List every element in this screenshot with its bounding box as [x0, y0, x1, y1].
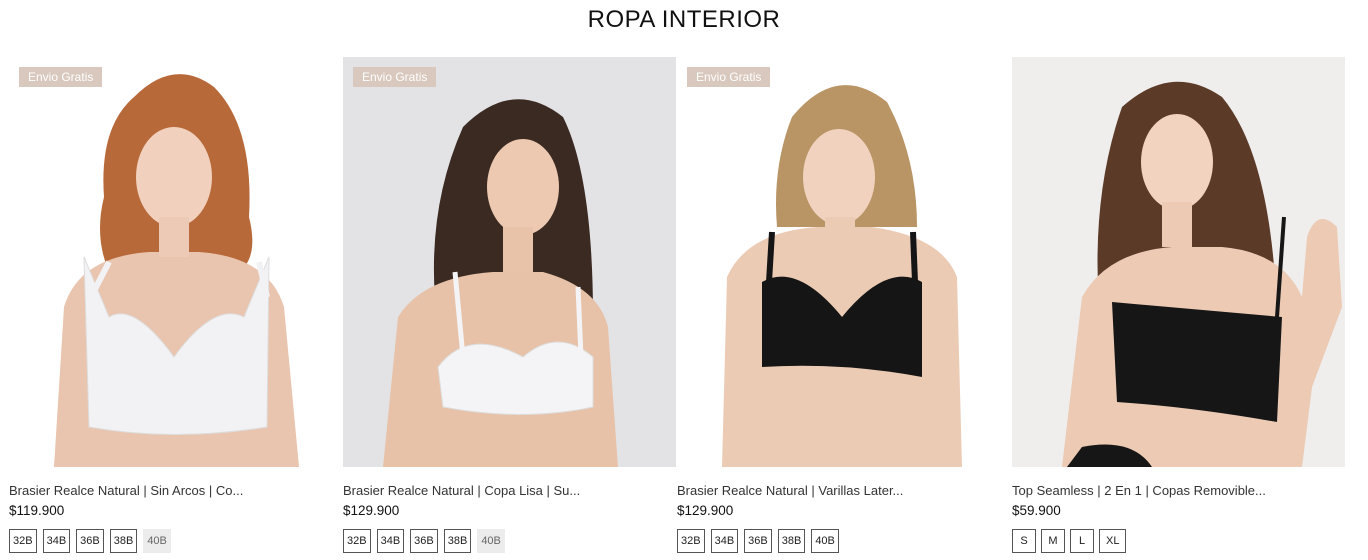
product-card[interactable]: Envio Gratis Brasier Realce Natural | Si…	[9, 57, 342, 560]
size-option[interactable]: 40B	[811, 529, 839, 553]
size-option[interactable]: M	[1041, 529, 1065, 553]
product-image[interactable]: Envio Gratis	[677, 57, 1010, 467]
product-name[interactable]: Brasier Realce Natural | Copa Lisa | Su.…	[343, 483, 676, 498]
size-option[interactable]: 34B	[710, 529, 739, 553]
size-options: 32B 34B 36B 38B 40B	[9, 529, 171, 553]
size-options: 32B 34B 36B 38B 40B	[677, 529, 839, 553]
size-option[interactable]: L	[1070, 529, 1094, 553]
size-option[interactable]: 32B	[9, 529, 37, 553]
product-image[interactable]	[1012, 57, 1345, 467]
product-name[interactable]: Brasier Realce Natural | Sin Arcos | Co.…	[9, 483, 342, 498]
model-photo	[677, 57, 1010, 467]
model-photo	[1012, 57, 1345, 467]
size-option[interactable]: 38B	[777, 529, 806, 553]
product-price: $119.900	[9, 503, 65, 518]
size-option-unavailable[interactable]: 40B	[143, 529, 171, 553]
product-price: $129.900	[343, 503, 400, 518]
product-card[interactable]: Envio Gratis Brasier Realce Natural | Va…	[677, 57, 1010, 560]
product-grid: Envio Gratis Brasier Realce Natural | Si…	[0, 57, 1368, 560]
size-option[interactable]: 32B	[677, 529, 705, 553]
size-option[interactable]: 34B	[376, 529, 405, 553]
size-option[interactable]: 36B	[76, 529, 104, 553]
product-card[interactable]: Envio Gratis Brasier Realce Natural | Co…	[343, 57, 676, 560]
free-shipping-badge: Envio Gratis	[353, 67, 437, 87]
product-image[interactable]: Envio Gratis	[343, 57, 676, 467]
size-option[interactable]: XL	[1099, 529, 1127, 553]
free-shipping-badge: Envio Gratis	[687, 67, 771, 87]
free-shipping-badge: Envio Gratis	[19, 67, 103, 87]
size-option[interactable]: 38B	[443, 529, 472, 553]
product-price: $129.900	[677, 503, 734, 518]
size-option[interactable]: 38B	[109, 529, 138, 553]
model-photo	[9, 57, 342, 467]
product-image[interactable]: Envio Gratis	[9, 57, 342, 467]
model-photo	[343, 57, 676, 467]
product-name[interactable]: Top Seamless | 2 En 1 | Copas Removible.…	[1012, 483, 1345, 498]
size-options: S M L XL	[1012, 529, 1127, 553]
product-name[interactable]: Brasier Realce Natural | Varillas Later.…	[677, 483, 1010, 498]
product-price: $59.900	[1012, 503, 1061, 518]
size-options: 32B 34B 36B 38B 40B	[343, 529, 505, 553]
size-option[interactable]: 36B	[410, 529, 438, 553]
size-option[interactable]: 34B	[42, 529, 71, 553]
size-option-unavailable[interactable]: 40B	[477, 529, 505, 553]
product-card[interactable]: Top Seamless | 2 En 1 | Copas Removible.…	[1012, 57, 1345, 560]
size-option[interactable]: S	[1012, 529, 1036, 553]
size-option[interactable]: 32B	[343, 529, 371, 553]
section-title: ROPA INTERIOR	[587, 6, 781, 33]
size-option[interactable]: 36B	[744, 529, 772, 553]
